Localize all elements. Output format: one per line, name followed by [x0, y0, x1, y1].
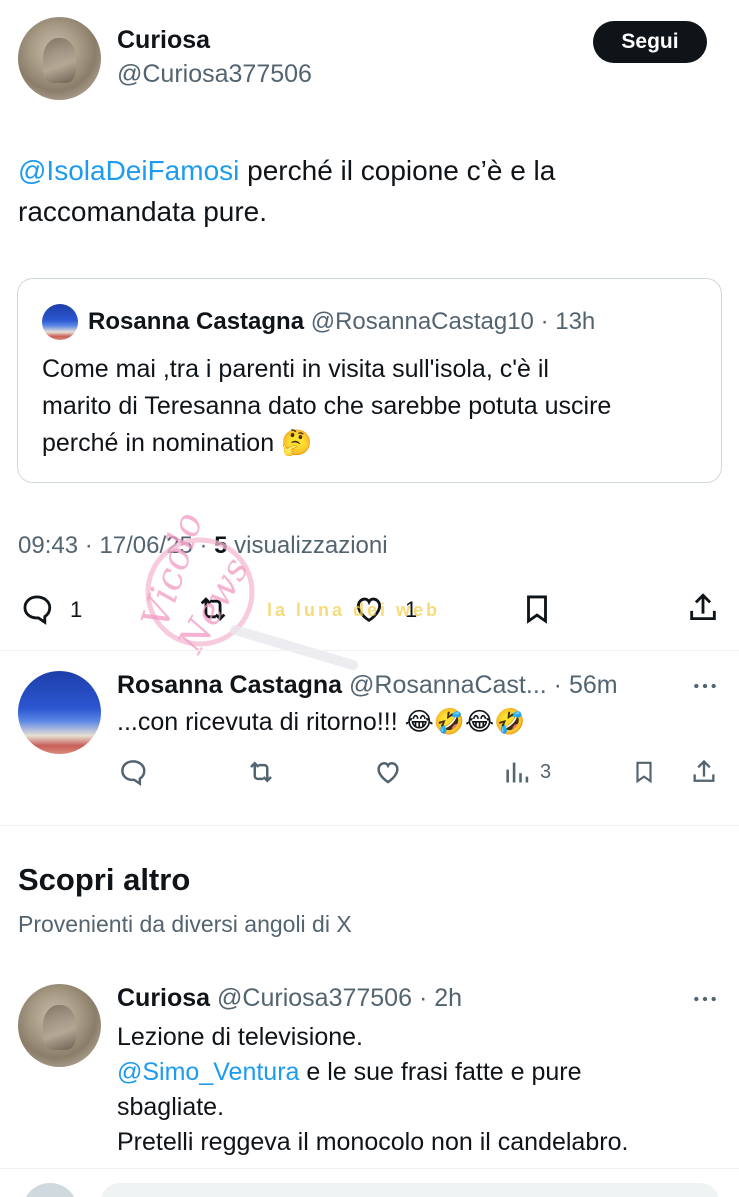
divider [0, 825, 739, 826]
reply-retweet-icon[interactable] [245, 757, 277, 787]
quoted-header: Rosanna Castagna @RosannaCastag10 · 13h [88, 308, 595, 336]
quoted-text-line-2: marito di Teresanna dato che sarebbe pot… [42, 392, 612, 420]
discover-more-options-icon[interactable] [692, 989, 718, 1009]
discover-text-line-1: Lezione di televisione. [117, 1023, 363, 1051]
reply-like-icon[interactable] [372, 757, 404, 787]
tweet-text: @IsolaDeiFamosi perché il copione c’è e … [18, 150, 718, 232]
discover-author-name[interactable]: Curiosa [117, 984, 210, 1012]
divider [0, 650, 739, 651]
timestamp-text[interactable]: 09:43 · 17/06/25 · [18, 532, 214, 559]
reply-count: 1 [70, 597, 83, 622]
discover-tweet-time: · 2h [418, 984, 463, 1012]
reply-bookmark-icon[interactable] [631, 757, 657, 787]
tweet-timestamp: 09:43 · 17/06/25 · 5 visualizzazioni [18, 532, 388, 560]
quoted-author-avatar [42, 304, 78, 340]
reply-text: ...con ricevuta di ritorno!!! 😂🤣😂🤣 [117, 708, 526, 736]
quoted-author-name: Rosanna Castagna [88, 308, 305, 335]
composer-avatar[interactable] [22, 1183, 78, 1197]
like-icon[interactable] [352, 592, 386, 626]
views-label: visualizzazioni [227, 532, 388, 559]
reply-header: Rosanna Castagna @RosannaCast... · 56m [117, 671, 618, 700]
reply-author-name[interactable]: Rosanna Castagna [117, 671, 342, 699]
like-count: 1 [405, 597, 418, 622]
discover-text-line-2-rest: e le sue frasi fatte e pure [299, 1058, 582, 1086]
discover-tweet-header: Curiosa @Curiosa377506 · 2h [117, 984, 462, 1013]
divider [0, 1168, 739, 1169]
views-count: 5 [214, 532, 228, 559]
discover-subtitle: Provenienti da diversi angoli di X [18, 911, 352, 937]
quoted-text-line-3: perché in nomination 🤔 [42, 429, 313, 457]
tweet-text-line-1-rest: perché il copione c’è e la [239, 155, 556, 186]
composer-input[interactable] [100, 1183, 720, 1197]
quoted-text-line-1: Come mai ,tra i parenti in visita sull'i… [42, 355, 549, 383]
quoted-text: Come mai ,tra i parenti in visita sull'i… [42, 351, 712, 462]
discover-text-line-4: Pretelli reggeva il monocolo non il cand… [117, 1128, 629, 1156]
reply-time: · 56m [553, 671, 618, 699]
reply-icon[interactable] [20, 592, 54, 626]
discover-tweet-text: Lezione di televisione. @Simo_Ventura e … [117, 1020, 732, 1160]
follow-button[interactable]: Segui [593, 21, 707, 63]
quoted-time: · 13h [540, 308, 596, 335]
discover-title: Scopri altro [18, 862, 191, 897]
discover-text-line-2: @Simo_Ventura e le sue frasi fatte e pur… [117, 1055, 732, 1090]
reply-views-count: 3 [540, 761, 552, 783]
discover-text-line-3: sbagliate. [117, 1093, 225, 1121]
discover-mention-link[interactable]: @Simo_Ventura [117, 1058, 299, 1086]
quoted-author-handle: @RosannaCastag10 [310, 308, 534, 335]
discover-author-avatar[interactable] [18, 984, 101, 1067]
reply-views-icon[interactable] [503, 758, 531, 786]
reply-author-avatar[interactable] [18, 671, 101, 754]
mention-link[interactable]: @IsolaDeiFamosi [18, 155, 239, 186]
reply-share-icon[interactable] [690, 757, 718, 787]
discover-author-handle[interactable]: @Curiosa377506 [217, 984, 412, 1012]
tweet-text-line-1: @IsolaDeiFamosi perché il copione c’è e … [18, 150, 718, 191]
bookmark-icon[interactable] [520, 591, 554, 627]
share-icon[interactable] [686, 591, 720, 625]
tweet-text-line-2: raccomandata pure. [18, 196, 268, 227]
author-handle[interactable]: @Curiosa377506 [117, 60, 312, 89]
reply-reply-icon[interactable] [118, 757, 148, 787]
quoted-tweet-card[interactable]: Rosanna Castagna @RosannaCastag10 · 13h … [17, 278, 722, 483]
more-options-icon[interactable] [692, 676, 718, 696]
author-avatar[interactable] [18, 17, 101, 100]
retweet-icon[interactable] [196, 592, 230, 626]
author-name[interactable]: Curiosa [117, 26, 210, 55]
reply-author-handle[interactable]: @RosannaCast... [349, 671, 547, 699]
